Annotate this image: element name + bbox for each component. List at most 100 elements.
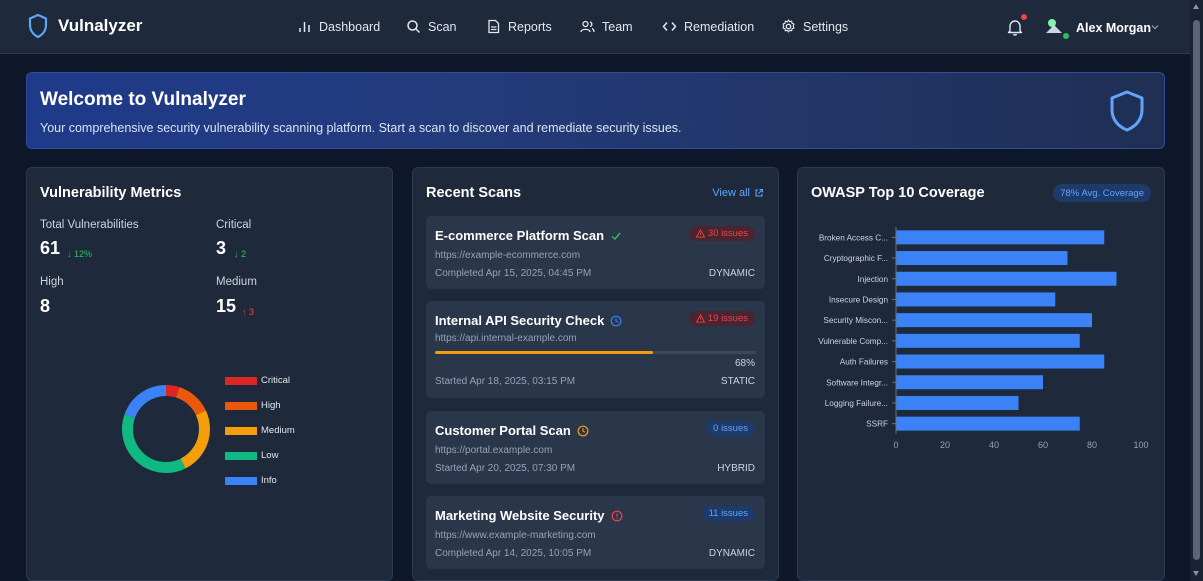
scan-time: Started Apr 20, 2025, 07:30 PM <box>435 463 576 474</box>
scan-name: Internal API Security Check <box>435 313 605 328</box>
clock-icon <box>610 315 622 326</box>
welcome-title: Welcome to Vulnalyzer <box>40 89 246 110</box>
nav-item-settings[interactable]: Settings <box>781 19 848 34</box>
card-title: OWASP Top 10 Coverage <box>811 185 985 201</box>
bar <box>896 354 1105 369</box>
owasp-bar-chart: Broken Access C... Cryptographic F... Inje… <box>818 227 1149 450</box>
scroll-down-arrow-icon[interactable] <box>1193 571 1199 576</box>
bar <box>896 313 1092 328</box>
nav-item-label: Team <box>602 19 633 34</box>
metric-value-critical: 3 <box>216 238 227 258</box>
metric-label-medium: Medium <box>216 276 257 288</box>
scan-name: Marketing Website Security <box>435 508 605 523</box>
issues-badge: 30 issues <box>688 226 755 241</box>
app-name: Vulnalyzer <box>58 16 143 35</box>
category-label: SSRF <box>866 420 888 429</box>
category-label: Software Integr... <box>826 378 888 387</box>
legend-label: Info <box>261 475 277 486</box>
scan-type: DYNAMIC <box>708 548 755 559</box>
scan-type: HYBRID <box>717 463 755 474</box>
scan-url: https://portal.example.com <box>435 445 553 456</box>
owasp-coverage-card: OWASP Top 10 Coverage 78% Avg. Coverage … <box>797 167 1165 581</box>
metric-delta-critical: ↓ 2 <box>234 249 247 259</box>
legend-label: High <box>261 400 281 411</box>
brand[interactable]: Vulnalyzer <box>28 14 142 38</box>
scan-name-row: E-commerce Platform Scan <box>435 228 622 243</box>
card-title: Recent Scans <box>426 185 522 201</box>
pending-clock-icon <box>577 425 589 436</box>
scroll-up-arrow-icon[interactable] <box>1193 4 1199 9</box>
vulnerability-metrics-card: Vulnerability Metrics Total Vulnerabilit… <box>26 167 393 581</box>
nav-item-dashboard[interactable]: Dashboard <box>297 19 380 34</box>
shield-logo-icon <box>28 14 48 38</box>
nav-item-team[interactable]: Team <box>580 19 633 34</box>
x-tick-label: 40 <box>989 440 999 450</box>
legend-label: Low <box>261 450 279 461</box>
x-tick-label: 20 <box>940 440 950 450</box>
scan-type: DYNAMIC <box>708 268 755 279</box>
x-tick-label: 0 <box>893 440 898 450</box>
nav-item-scan[interactable]: Scan <box>406 19 457 34</box>
legend-item-info: Info <box>225 475 277 486</box>
issues-count: 0 issues <box>713 423 748 434</box>
legend-swatch <box>225 376 257 385</box>
view-all-link[interactable]: View all <box>712 187 764 199</box>
scan-name-row: Internal API Security Check <box>435 313 622 328</box>
progress-percent: 68% <box>734 358 755 369</box>
scan-time: Started Apr 18, 2025, 03:15 PM <box>435 376 576 387</box>
coverage-badge: 78% Avg. Coverage <box>1053 184 1151 202</box>
bell-icon[interactable] <box>1005 17 1025 37</box>
category-label: Cryptographic F... <box>824 254 888 263</box>
category-label: Auth Failures <box>840 358 888 367</box>
chevron-down-icon[interactable] <box>1150 22 1160 32</box>
x-tick-label: 80 <box>1087 440 1097 450</box>
warning-triangle-icon <box>695 229 705 238</box>
bar <box>896 292 1056 307</box>
external-link-icon <box>755 188 764 197</box>
scan-item[interactable]: E-commerce Platform Scan 30 issues https… <box>426 216 765 289</box>
bar <box>896 271 1117 286</box>
scan-item[interactable]: Internal API Security Check 19 issues ht… <box>426 301 765 398</box>
category-label: Logging Failure... <box>825 399 888 408</box>
issues-count: 19 issues <box>707 313 748 324</box>
severity-donut-chart <box>122 385 210 473</box>
category-label: Security Miscon... <box>823 316 888 325</box>
users-icon <box>580 20 595 33</box>
scan-item[interactable]: Customer Portal Scan 0 issues https://po… <box>426 411 765 484</box>
metric-label-total: Total Vulnerabilities <box>40 219 139 231</box>
notification-dot <box>1021 14 1027 20</box>
scan-type: STATIC <box>720 376 755 387</box>
nav-item-label: Scan <box>428 19 457 34</box>
scan-url: https://example-ecommerce.com <box>435 250 581 261</box>
legend-item-medium: Medium <box>225 425 295 436</box>
issues-count: 30 issues <box>707 228 748 239</box>
check-icon <box>611 232 621 240</box>
top-navbar: Vulnalyzer Dashboard Scan Reports Team R… <box>0 0 1190 54</box>
issues-badge: 19 issues <box>688 311 755 326</box>
nav-item-reports[interactable]: Reports <box>486 19 552 34</box>
bar <box>896 395 1019 410</box>
scan-name-row: Marketing Website Security <box>435 508 623 523</box>
user-name[interactable]: Alex Morgan <box>1076 21 1151 35</box>
scan-name: Customer Portal Scan <box>435 423 571 438</box>
legend-swatch <box>225 451 257 460</box>
issues-count: 11 issues <box>708 508 748 519</box>
metric-label-critical: Critical <box>216 219 252 231</box>
scan-item[interactable]: Marketing Website Security 11 issues htt… <box>426 496 765 569</box>
card-title: Vulnerability Metrics <box>40 185 182 201</box>
gear-icon <box>782 19 795 33</box>
legend-swatch <box>225 401 257 410</box>
legend-swatch <box>225 426 257 435</box>
category-label: Vulnerable Comp... <box>818 337 888 346</box>
category-label: Injection <box>858 275 889 284</box>
bar <box>896 230 1105 245</box>
scrollbar-thumb[interactable] <box>1193 20 1200 560</box>
legend-item-low: Low <box>225 450 278 461</box>
bar <box>896 251 1068 266</box>
nav-item-remediation[interactable]: Remediation <box>662 19 754 34</box>
welcome-subtitle: Your comprehensive security vulnerabilit… <box>40 121 682 135</box>
category-label: Insecure Design <box>829 295 889 304</box>
recent-scans-card: Recent Scans View all E-commerce Platfor… <box>412 167 779 581</box>
metric-value-total: 61 <box>40 238 61 258</box>
scan-name-row: Customer Portal Scan <box>435 423 589 438</box>
